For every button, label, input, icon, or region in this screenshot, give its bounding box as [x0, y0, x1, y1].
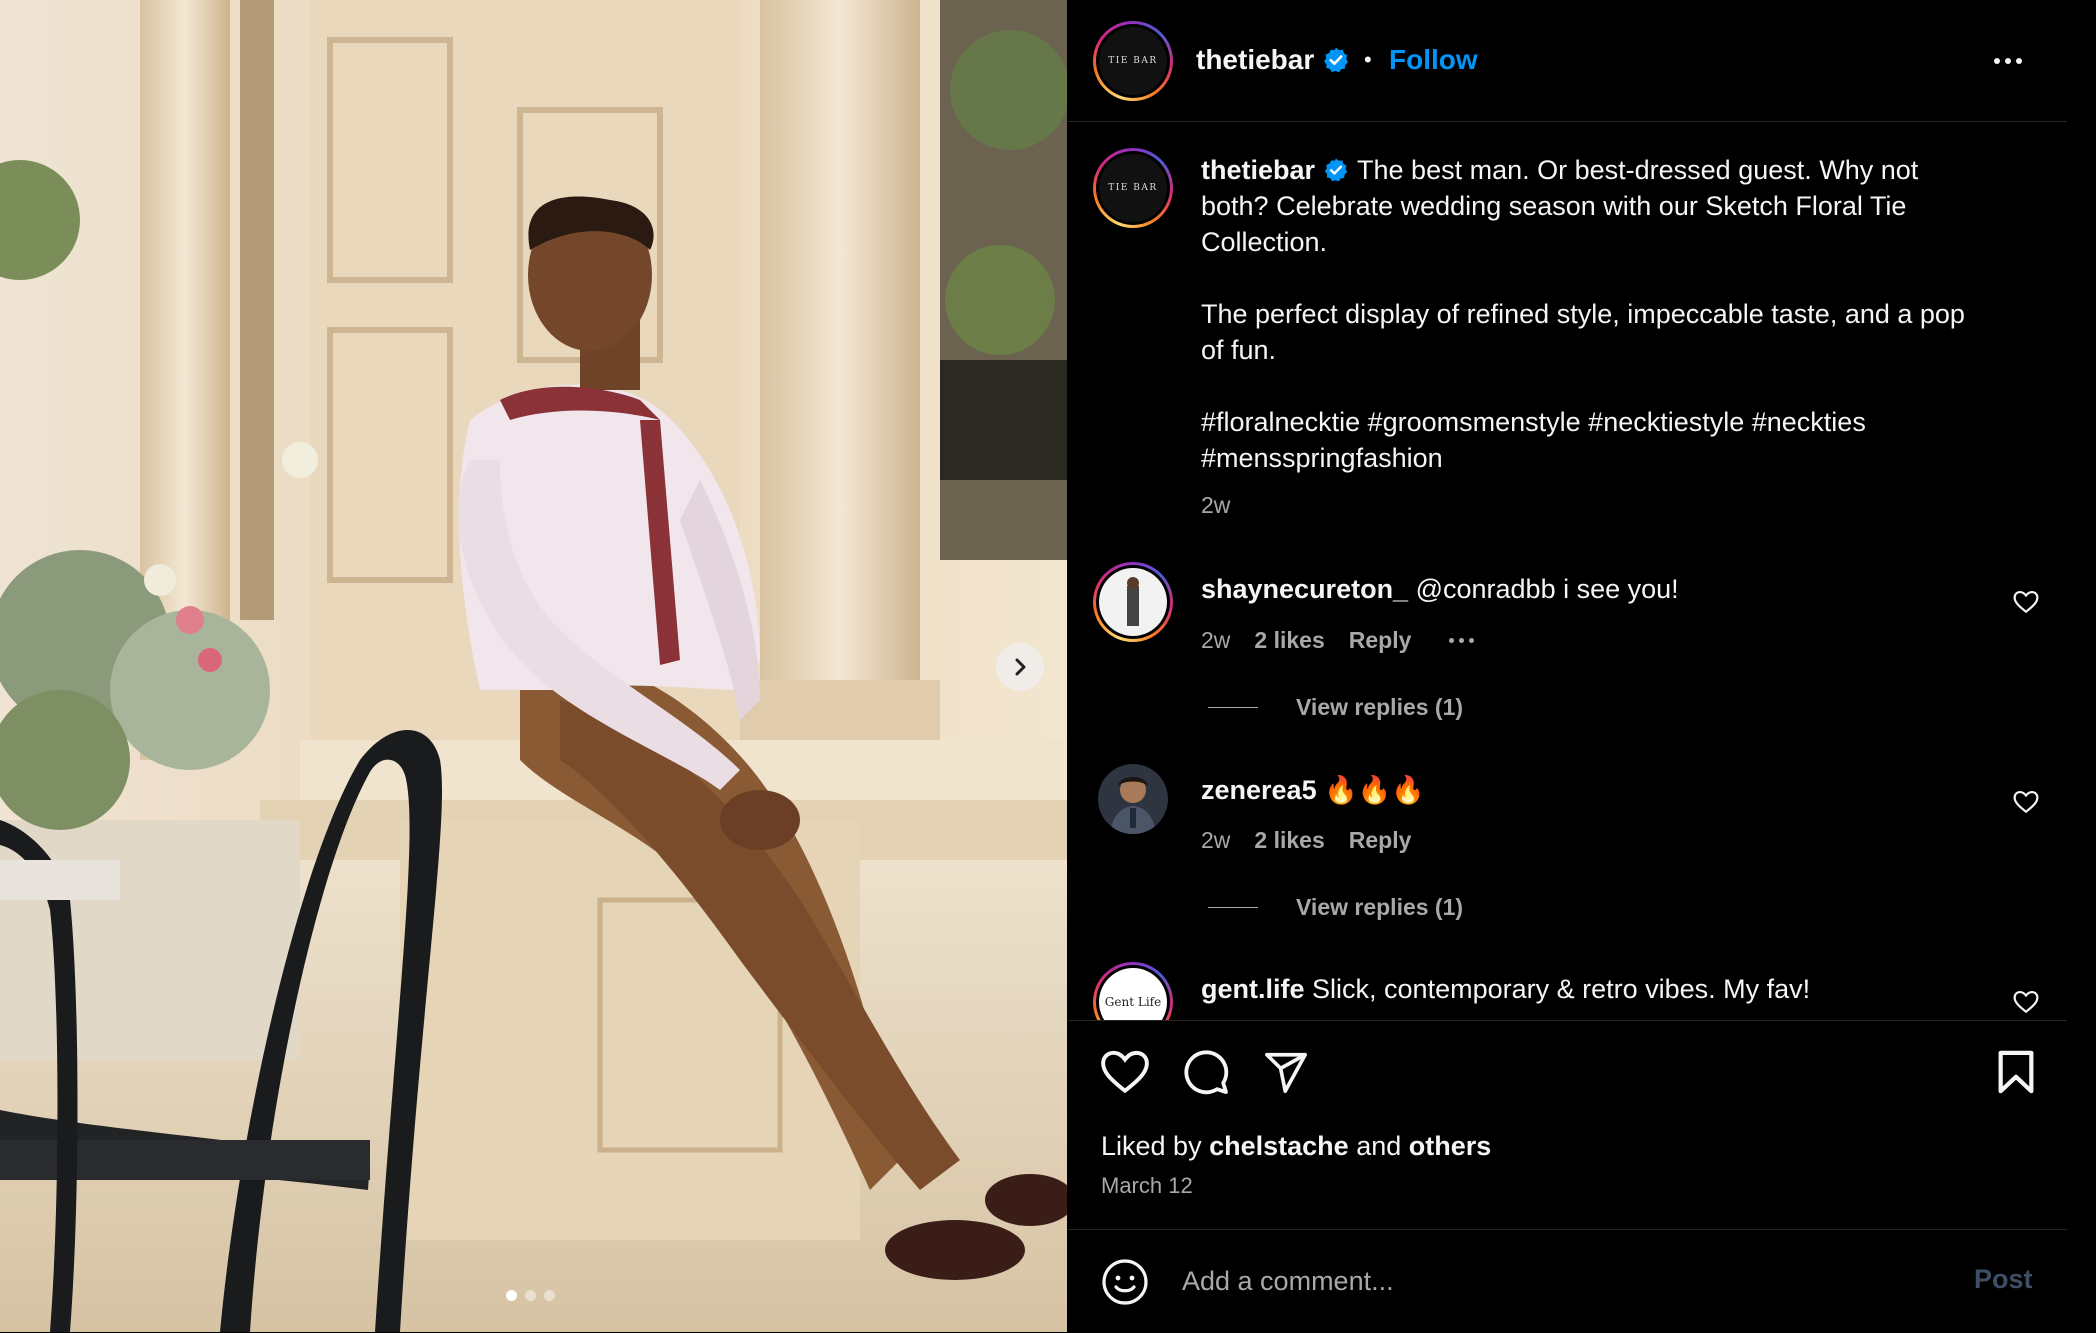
carousel-dot-active	[506, 1290, 517, 1301]
comment-text: shaynecureton_ @conradbb i see you!	[1201, 574, 1679, 605]
window-edge	[2067, 0, 2096, 1332]
carousel-dot	[525, 1290, 536, 1301]
comment-input[interactable]	[1180, 1260, 1884, 1302]
post-caption: thetiebar The best man. Or best-dressed …	[1201, 152, 1981, 476]
add-comment-bar: Post	[1068, 1229, 2067, 1333]
comment-username[interactable]: shaynecureton_	[1201, 574, 1408, 604]
avatar-photo	[1099, 568, 1167, 636]
verified-badge-icon	[1324, 158, 1348, 182]
commenter-avatar[interactable]	[1098, 764, 1168, 834]
author-username[interactable]: thetiebar	[1196, 44, 1314, 76]
caption-body: The best man. Or best-dressed guest. Why…	[1201, 155, 1965, 473]
carousel-next-button[interactable]	[996, 643, 1044, 691]
caption-time: 2w	[1201, 492, 1231, 518]
verified-badge-icon	[1323, 47, 1349, 73]
comment-time: 2w	[1201, 827, 1231, 853]
reply-button[interactable]: Reply	[1349, 627, 1412, 654]
liked-by-user[interactable]: chelstache	[1209, 1131, 1349, 1161]
view-replies-label: View replies (1)	[1296, 894, 1464, 920]
liked-by-and: and	[1356, 1131, 1402, 1161]
heart-icon[interactable]	[1100, 1049, 1150, 1095]
comment-text: zenerea5 🔥🔥🔥	[1201, 774, 1425, 806]
view-replies-button[interactable]: View replies (1)	[1208, 894, 1463, 921]
carousel-dot	[544, 1290, 555, 1301]
caption-username[interactable]: thetiebar	[1201, 155, 1315, 185]
comment-likes[interactable]: 2 likes	[1254, 827, 1324, 854]
comment-meta: 2w 2 likes Reply	[1201, 627, 1475, 654]
replies-line	[1208, 907, 1258, 908]
view-replies-button[interactable]: View replies (1)	[1208, 694, 1463, 721]
view-replies-label: View replies (1)	[1296, 694, 1464, 720]
comment-body: @conradbb i see you!	[1415, 574, 1679, 604]
comment-like-icon[interactable]	[2013, 790, 2039, 814]
liked-by: Liked by chelstache and others	[1101, 1131, 1491, 1162]
avatar-logo-text: TIE BAR	[1099, 154, 1167, 222]
photo-scene	[0, 0, 1067, 1332]
more-horizontal-icon	[1994, 58, 2000, 64]
comment-username[interactable]: gent.life	[1201, 974, 1305, 1004]
post-photo[interactable]	[0, 0, 1067, 1332]
avatar-logo-text: Gent Life	[1104, 995, 1162, 1009]
comment-body: Slick, contemporary & retro vibes. My fa…	[1312, 974, 1811, 1004]
carousel-indicator	[506, 1290, 555, 1301]
comment-options-icon[interactable]	[1449, 638, 1475, 643]
comment-likes[interactable]: 2 likes	[1254, 627, 1324, 654]
post-date[interactable]: March 12	[1101, 1173, 1193, 1199]
emoji-icon[interactable]	[1101, 1258, 1149, 1306]
liked-by-others[interactable]: others	[1409, 1131, 1492, 1161]
comment-like-icon[interactable]	[2013, 590, 2039, 614]
replies-line	[1208, 707, 1258, 708]
comment-meta: 2w 2 likes Reply	[1201, 827, 1411, 854]
follow-button[interactable]: Follow	[1389, 44, 1478, 76]
author-avatar[interactable]: TIE BAR	[1093, 21, 1173, 101]
post-side-panel: TIE BAR thetiebar • Follow TIE BAR theti…	[1068, 0, 2067, 1332]
avatar-logo-text: TIE BAR	[1099, 27, 1167, 95]
commenter-avatar[interactable]: Gent Life	[1093, 962, 1173, 1020]
comment-icon[interactable]	[1182, 1048, 1230, 1096]
post-header: TIE BAR thetiebar • Follow	[1068, 0, 2067, 122]
comment-body: 🔥🔥🔥	[1324, 775, 1425, 805]
comment-time: 2w	[1201, 627, 1231, 653]
avatar-photo	[1098, 764, 1168, 834]
comment-like-icon[interactable]	[2013, 990, 2039, 1014]
commenter-avatar[interactable]	[1093, 562, 1173, 642]
bookmark-icon[interactable]	[1996, 1049, 2036, 1095]
post-actions: Liked by chelstache and others March 12	[1068, 1020, 2067, 1230]
comments-list[interactable]: TIE BAR thetiebar The best man. Or best-…	[1068, 122, 2067, 1020]
header-separator: •	[1364, 47, 1372, 72]
comment-username[interactable]: zenerea5	[1201, 775, 1317, 805]
liked-by-prefix: Liked by	[1101, 1131, 1202, 1161]
reply-button[interactable]: Reply	[1349, 827, 1412, 854]
chevron-right-icon	[1015, 658, 1026, 676]
post-comment-button[interactable]: Post	[1974, 1264, 2033, 1295]
send-icon[interactable]	[1262, 1049, 1310, 1095]
more-options-button[interactable]	[1994, 58, 2022, 64]
comment-text: gent.life Slick, contemporary & retro vi…	[1201, 974, 1810, 1005]
caption-avatar[interactable]: TIE BAR	[1093, 148, 1173, 228]
